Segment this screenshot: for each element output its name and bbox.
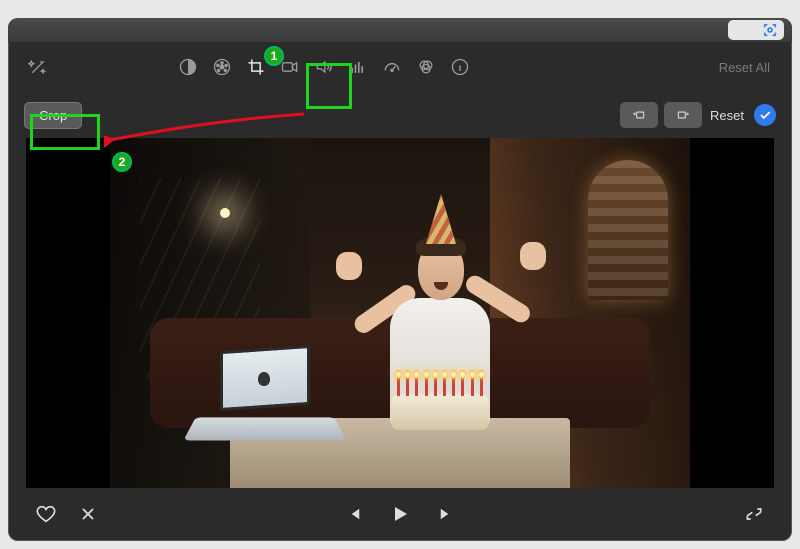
equalizer-icon[interactable] xyxy=(344,53,372,81)
next-button[interactable] xyxy=(432,500,460,528)
magic-wand-icon[interactable] xyxy=(24,53,52,81)
video-camera-icon[interactable] xyxy=(276,53,304,81)
color-palette-icon[interactable] xyxy=(208,53,236,81)
scan-button[interactable] xyxy=(728,20,784,40)
preview-frame xyxy=(110,138,690,488)
x-icon xyxy=(78,504,98,524)
speedometer-icon[interactable] xyxy=(378,53,406,81)
check-icon xyxy=(758,108,772,122)
expand-icon xyxy=(744,504,764,524)
play-icon xyxy=(388,502,412,526)
rotate-ccw-button[interactable] xyxy=(620,102,658,128)
scan-icon xyxy=(762,22,778,38)
confirm-button[interactable] xyxy=(754,104,776,126)
skip-back-icon xyxy=(345,505,363,523)
reset-all-button[interactable]: Reset All xyxy=(713,60,776,75)
play-button[interactable] xyxy=(386,500,414,528)
rotate-cw-button[interactable] xyxy=(664,102,702,128)
adjustments-toolbar: Reset All xyxy=(8,42,792,92)
color-filter-icon[interactable] xyxy=(412,53,440,81)
app-window: Reset All Crop Reset xyxy=(8,18,792,541)
rotate-cw-icon xyxy=(673,108,693,122)
fullscreen-button[interactable] xyxy=(740,500,768,528)
video-preview[interactable] xyxy=(26,138,774,488)
crop-icon[interactable] xyxy=(242,53,270,81)
volume-icon[interactable] xyxy=(310,53,338,81)
skip-forward-icon xyxy=(437,505,455,523)
rotate-ccw-icon xyxy=(629,108,649,122)
window-titlebar xyxy=(8,18,792,42)
crop-mode-button[interactable]: Crop xyxy=(24,102,82,129)
reset-button[interactable]: Reset xyxy=(710,108,744,123)
info-icon[interactable] xyxy=(446,53,474,81)
color-balance-icon[interactable] xyxy=(174,53,202,81)
favorite-button[interactable] xyxy=(32,500,60,528)
reject-button[interactable] xyxy=(74,500,102,528)
laptop-graphic xyxy=(190,348,340,448)
playback-controls xyxy=(8,488,792,540)
cake-graphic xyxy=(390,394,490,430)
crop-subtoolbar: Crop Reset xyxy=(8,92,792,138)
previous-button[interactable] xyxy=(340,500,368,528)
candles-graphic xyxy=(394,362,486,396)
heart-icon xyxy=(35,503,57,525)
